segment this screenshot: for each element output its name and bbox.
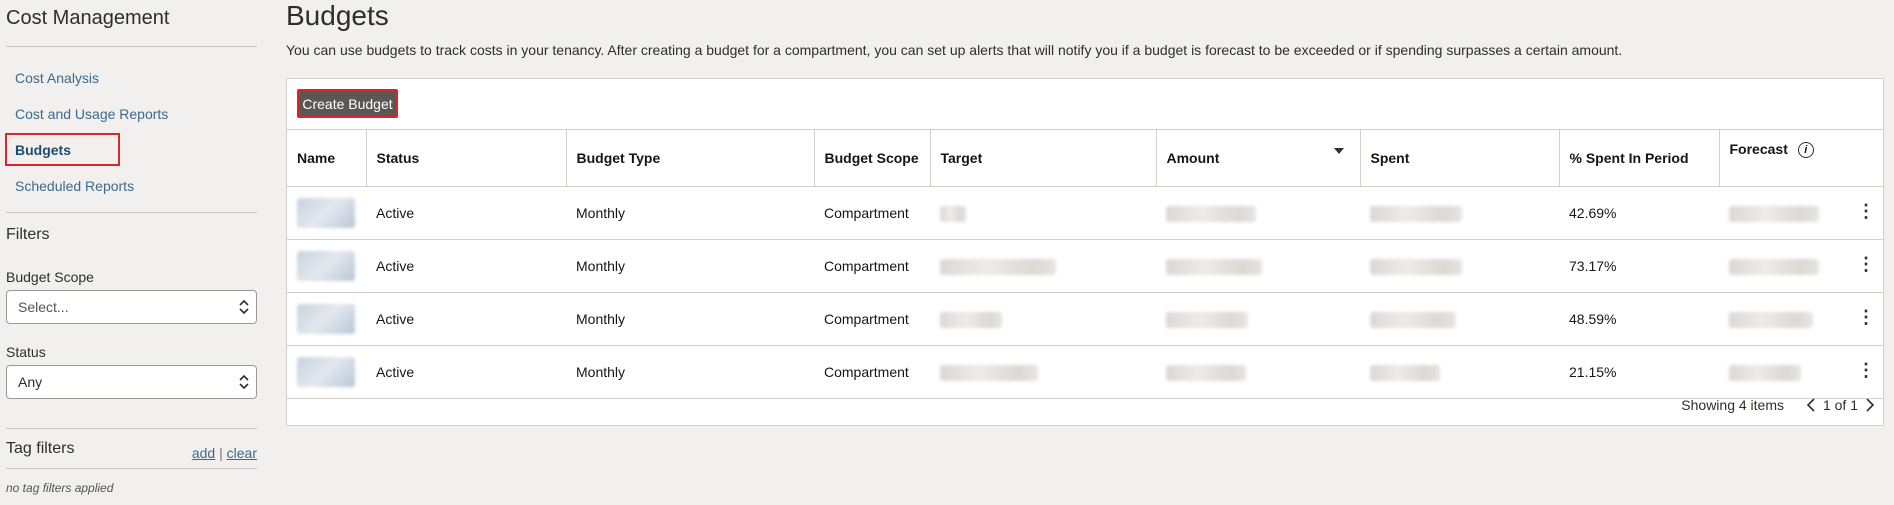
target-redacted: [940, 258, 1056, 275]
table-row[interactable]: Active Monthly Compartment 48.59% ⋮: [287, 292, 1883, 346]
nav-cost-analysis[interactable]: Cost Analysis: [15, 70, 99, 86]
col-target[interactable]: Target: [930, 129, 1157, 187]
divider: [6, 428, 257, 429]
budget-scope-label: Budget Scope: [6, 269, 94, 285]
table-header-row: Name Status Budget Type Budget Scope Tar…: [287, 129, 1883, 187]
select-chevrons-icon: [239, 299, 249, 315]
cell-pct-spent: 73.17%: [1559, 239, 1719, 293]
row-actions-icon[interactable]: ⋮: [1857, 360, 1875, 381]
col-forecast[interactable]: Forecast i: [1719, 129, 1883, 187]
spent-redacted: [1370, 364, 1440, 381]
cell-pct-spent: 42.69%: [1559, 186, 1719, 240]
sidebar: Cost Management Cost Analysis Cost and U…: [0, 0, 260, 505]
showing-count: Showing 4 items: [1681, 397, 1784, 413]
tag-filter-links: add | clear: [192, 445, 257, 461]
col-forecast-label: Forecast: [1729, 141, 1788, 157]
tag-clear-link[interactable]: clear: [227, 445, 257, 461]
col-budget-type[interactable]: Budget Type: [566, 129, 815, 187]
amount-redacted: [1166, 258, 1262, 275]
budgets-table: Name Status Budget Type Budget Scope Tar…: [287, 129, 1883, 399]
divider: [6, 212, 257, 213]
page-indicator: 1 of 1: [1822, 397, 1858, 413]
page-title: Budgets: [286, 0, 389, 31]
spent-redacted: [1370, 205, 1462, 222]
table-row[interactable]: Active Monthly Compartment 42.69% ⋮: [287, 186, 1883, 240]
amount-redacted: [1166, 364, 1246, 381]
cell-status: Active: [366, 239, 566, 293]
budget-scope-value: Select...: [18, 299, 69, 315]
cell-budget-type: Monthly: [566, 239, 814, 293]
divider: [6, 46, 257, 47]
spent-redacted: [1370, 311, 1456, 328]
col-amount-label: Amount: [1166, 149, 1220, 166]
forecast-redacted: [1729, 364, 1801, 381]
spent-redacted: [1370, 258, 1462, 275]
col-name[interactable]: Name: [287, 129, 367, 187]
table-footer: Showing 4 items 1 of 1: [287, 386, 1883, 426]
target-redacted: [940, 364, 1038, 381]
divider: [6, 468, 257, 469]
table-row[interactable]: Active Monthly Compartment 73.17% ⋮: [287, 239, 1883, 293]
filters-title: Filters: [6, 226, 50, 243]
col-amount[interactable]: Amount: [1156, 129, 1361, 187]
budgets-panel: Create Budget Name Status Budget Type Bu…: [286, 78, 1884, 426]
cell-status: Active: [366, 292, 566, 346]
page-description: You can use budgets to track costs in yo…: [286, 42, 1623, 58]
budget-name-redacted[interactable]: [297, 198, 355, 228]
status-select[interactable]: Any: [6, 365, 257, 399]
target-redacted: [940, 205, 966, 222]
cell-budget-scope: Compartment: [814, 186, 930, 240]
row-actions-icon[interactable]: ⋮: [1857, 307, 1875, 328]
tag-add-link[interactable]: add: [192, 445, 215, 461]
col-pct-spent[interactable]: % Spent In Period: [1559, 129, 1720, 187]
budget-name-redacted[interactable]: [297, 304, 355, 334]
row-actions-icon[interactable]: ⋮: [1857, 254, 1875, 275]
cell-budget-scope: Compartment: [814, 239, 930, 293]
cell-budget-type: Monthly: [566, 292, 814, 346]
col-spent[interactable]: Spent: [1360, 129, 1560, 187]
pagination: 1 of 1: [1806, 397, 1875, 413]
budget-name-redacted[interactable]: [297, 251, 355, 281]
tag-filters-empty: no tag filters applied: [6, 481, 114, 495]
cell-status: Active: [366, 186, 566, 240]
amount-redacted: [1166, 205, 1256, 222]
cell-budget-type: Monthly: [566, 186, 814, 240]
target-redacted: [940, 311, 1002, 328]
chevron-left-icon[interactable]: [1806, 398, 1816, 412]
forecast-redacted: [1729, 311, 1813, 328]
col-budget-scope[interactable]: Budget Scope: [814, 129, 931, 187]
amount-redacted: [1166, 311, 1248, 328]
nav-scheduled-reports[interactable]: Scheduled Reports: [15, 178, 134, 194]
nav-budgets[interactable]: Budgets: [15, 142, 71, 158]
sidebar-title: Cost Management: [6, 7, 170, 29]
select-chevrons-icon: [239, 374, 249, 390]
tag-links-separator: |: [219, 445, 223, 461]
budget-name-redacted[interactable]: [297, 357, 355, 387]
status-label: Status: [6, 344, 46, 360]
forecast-redacted: [1729, 258, 1819, 275]
tag-filters-title: Tag filters: [6, 440, 75, 457]
status-value: Any: [18, 374, 43, 390]
forecast-redacted: [1729, 205, 1819, 222]
col-status[interactable]: Status: [366, 129, 567, 187]
cell-pct-spent: 48.59%: [1559, 292, 1719, 346]
create-budget-button[interactable]: Create Budget: [297, 89, 398, 118]
sort-descending-icon[interactable]: [1333, 148, 1344, 154]
chevron-right-icon[interactable]: [1865, 398, 1875, 412]
row-actions-icon[interactable]: ⋮: [1857, 201, 1875, 222]
cell-budget-scope: Compartment: [814, 292, 930, 346]
toolbar: Create Budget: [287, 79, 1883, 130]
nav-cost-usage-reports[interactable]: Cost and Usage Reports: [15, 106, 168, 122]
info-icon[interactable]: i: [1797, 142, 1814, 159]
budget-scope-select[interactable]: Select...: [6, 290, 257, 324]
